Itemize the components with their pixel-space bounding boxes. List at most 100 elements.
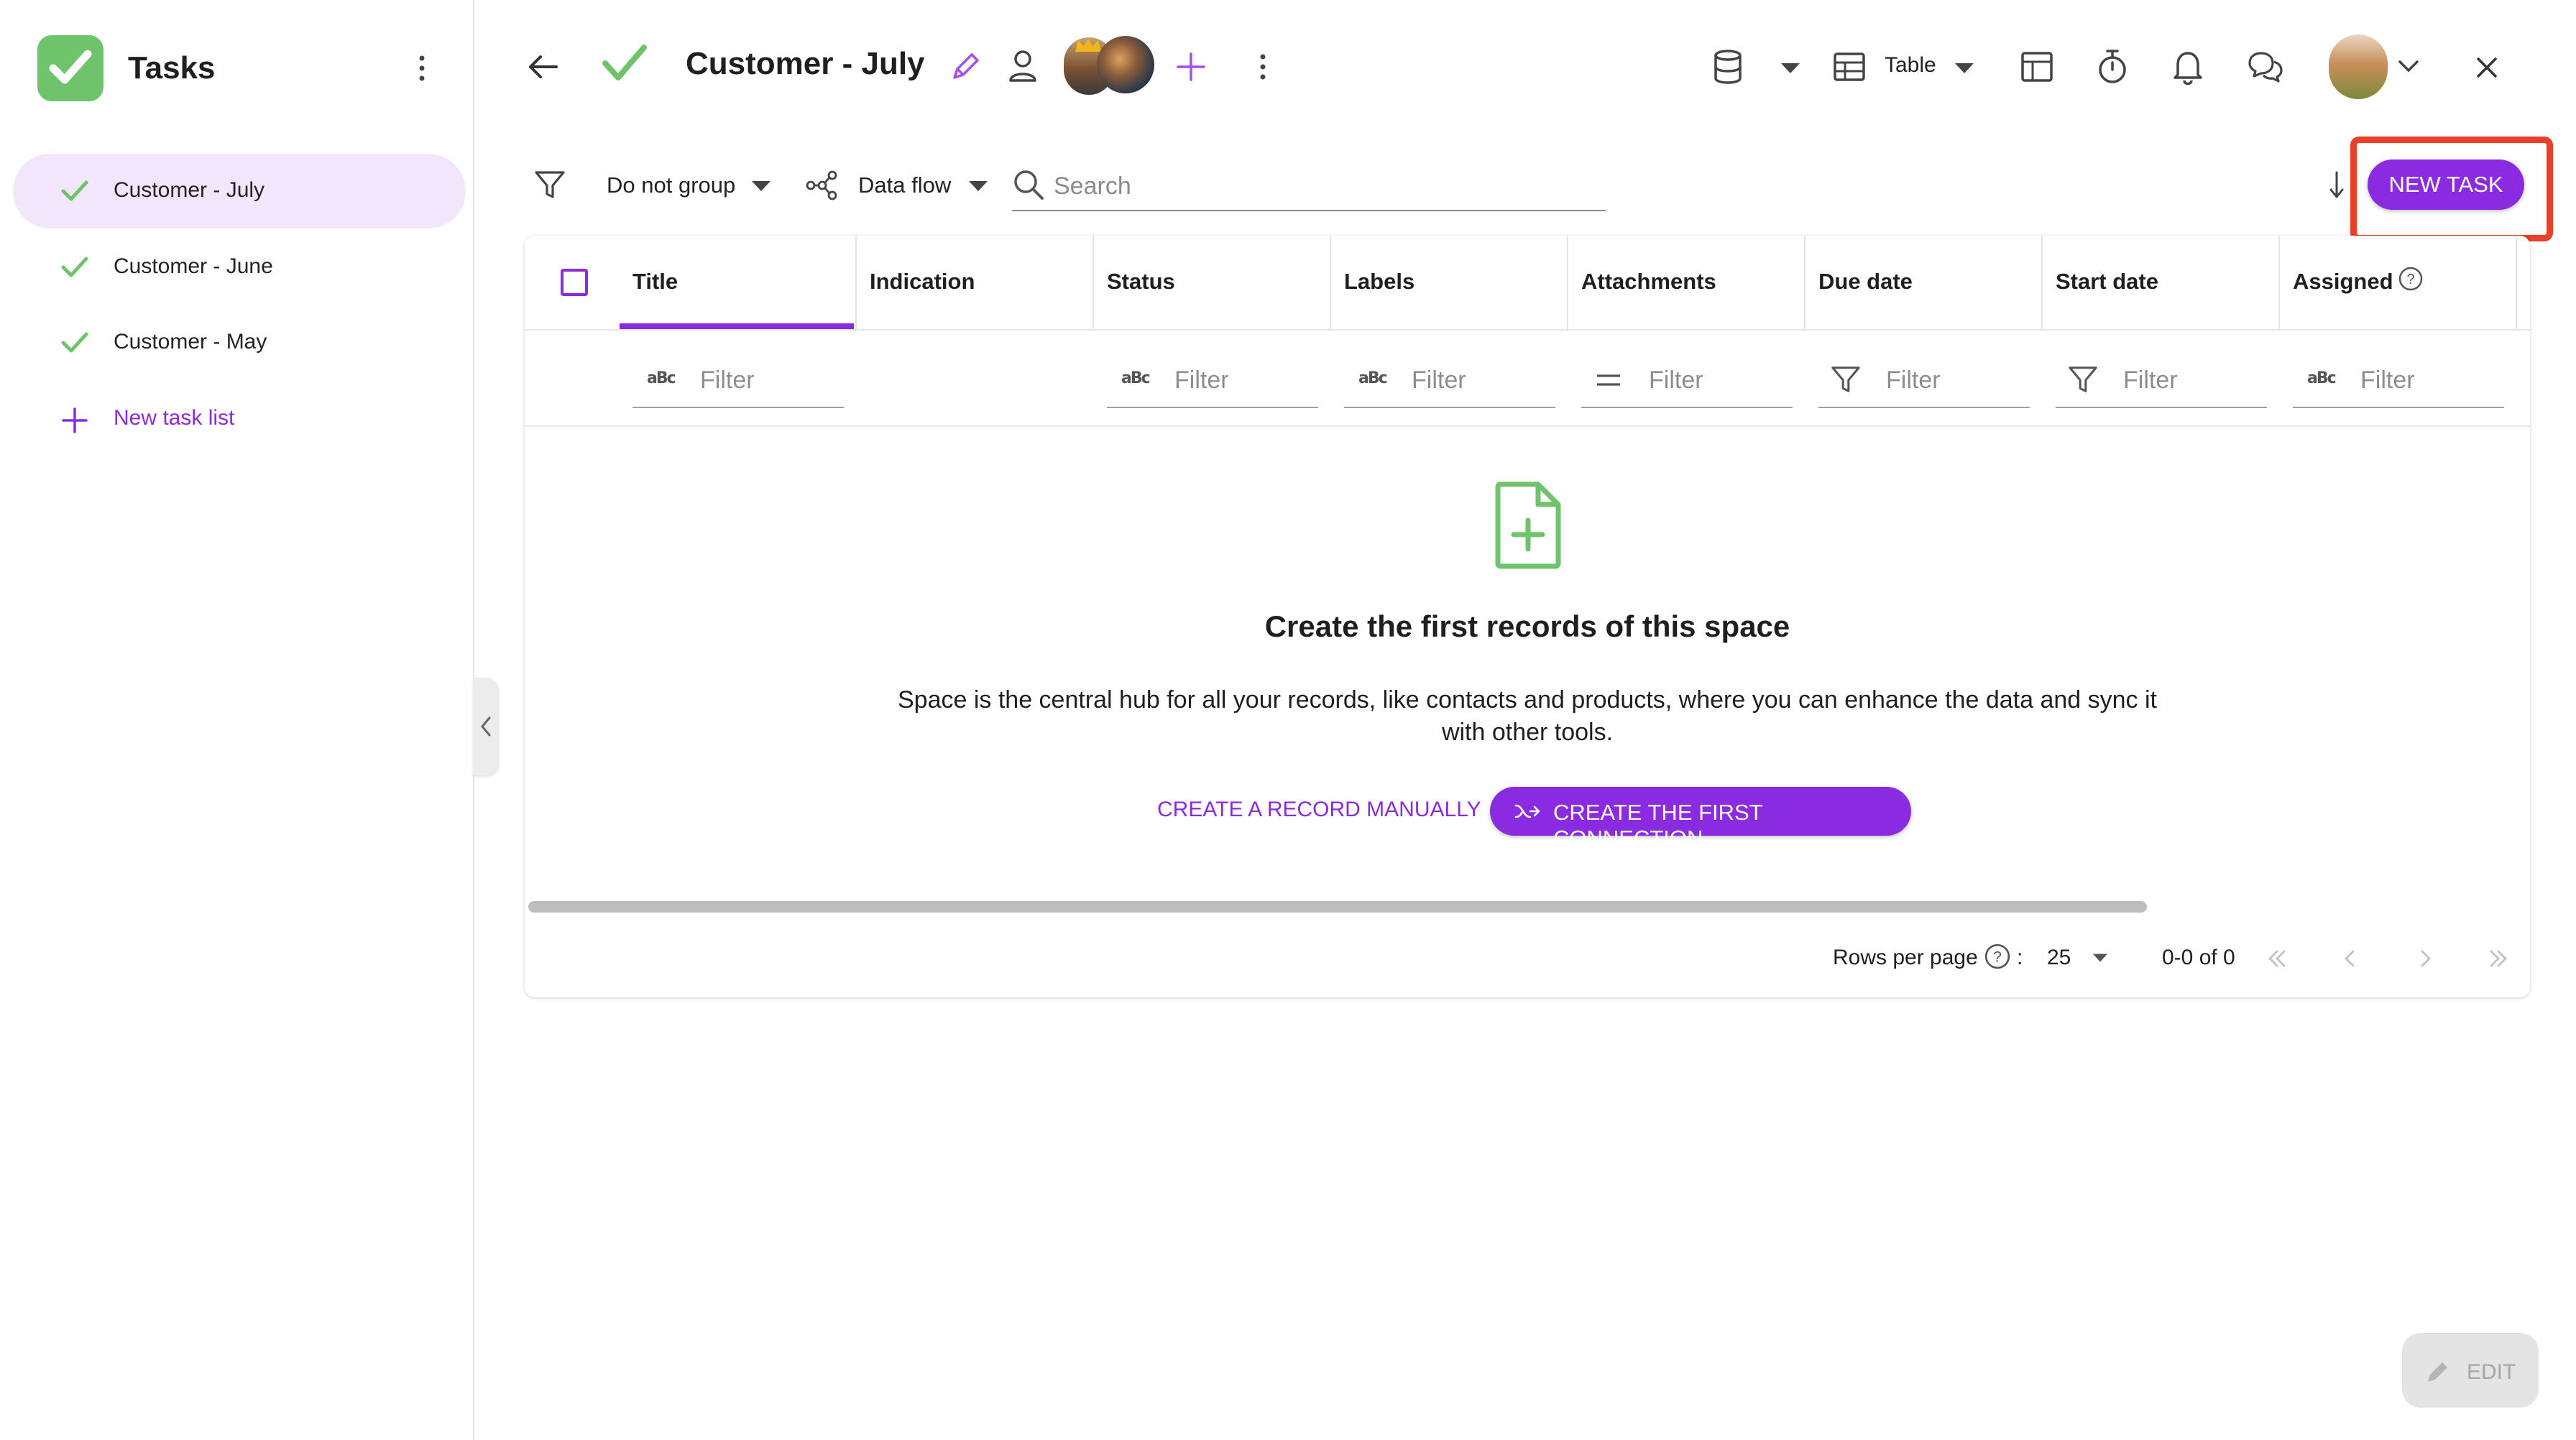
svg-text:?: ? bbox=[2406, 272, 2414, 287]
group-by-dropdown[interactable]: Do not group bbox=[605, 170, 772, 201]
column-header-label: Title bbox=[632, 269, 678, 294]
file-plus-icon bbox=[1495, 481, 1561, 569]
connection-arrow-icon bbox=[1514, 804, 1540, 818]
data-flow-icon bbox=[806, 170, 837, 200]
sort-arrow-icon bbox=[2329, 171, 2344, 198]
list-check-icon bbox=[602, 45, 647, 80]
sidebar-item-label: Customer - May bbox=[114, 330, 267, 354]
edit-button[interactable]: EDIT bbox=[2402, 1333, 2539, 1408]
search-input[interactable] bbox=[1052, 170, 1601, 203]
sidebar-item-customer-may[interactable]: Customer - May bbox=[13, 305, 466, 380]
owner-button[interactable] bbox=[1005, 47, 1041, 85]
filter-input[interactable] bbox=[2359, 364, 2498, 397]
crown-icon bbox=[1075, 39, 1101, 52]
database-menu-button[interactable] bbox=[1711, 47, 1803, 86]
last-page-icon[interactable] bbox=[2485, 946, 2511, 971]
chevron-down-icon bbox=[2398, 60, 2419, 73]
header-divider bbox=[525, 329, 2530, 331]
horizontal-scrollbar[interactable] bbox=[528, 901, 2147, 913]
filter-labels: aBc bbox=[1344, 354, 1555, 408]
tasks-app-logo bbox=[37, 35, 104, 101]
filter-input[interactable] bbox=[1173, 364, 1312, 397]
add-member-button[interactable] bbox=[1174, 50, 1208, 83]
column-header-start-date[interactable]: Start date bbox=[2041, 236, 2280, 329]
rows-per-page-select[interactable]: 25 bbox=[2047, 941, 2116, 973]
caret-down-icon bbox=[1955, 63, 1974, 73]
sidebar-menu-button[interactable] bbox=[411, 52, 433, 85]
notifications-button[interactable] bbox=[2171, 47, 2205, 86]
next-page-icon[interactable] bbox=[2412, 946, 2438, 971]
check-icon bbox=[61, 180, 88, 201]
sidebar: Tasks Customer - July Customer - June Cu… bbox=[0, 0, 474, 1440]
column-header-attachments[interactable]: Attachments bbox=[1567, 236, 1806, 329]
column-header-label: Attachments bbox=[1581, 269, 1716, 294]
sort-indicator bbox=[620, 323, 854, 329]
text-filter-icon: aBc bbox=[2307, 369, 2337, 387]
filter-attachments bbox=[1581, 354, 1793, 408]
edit-label: EDIT bbox=[2467, 1360, 2516, 1384]
filter-input[interactable] bbox=[1647, 364, 1787, 397]
prev-page-icon[interactable] bbox=[2337, 946, 2363, 971]
column-header-label: Indication bbox=[870, 269, 975, 294]
check-icon bbox=[61, 332, 88, 353]
rows-per-page-value: 25 bbox=[2047, 946, 2071, 969]
funnel-icon bbox=[535, 171, 565, 198]
funnel-icon bbox=[2069, 366, 2097, 392]
search-icon bbox=[1014, 170, 1044, 200]
filter-input[interactable] bbox=[2122, 364, 2261, 397]
text-filter-icon: aBc bbox=[647, 369, 676, 387]
funnel-icon bbox=[1831, 366, 1860, 392]
create-record-manually-button[interactable]: CREATE A RECORD MANUALLY bbox=[1157, 798, 1481, 822]
rows-per-page-colon: : bbox=[2017, 946, 2023, 969]
back-button[interactable] bbox=[523, 49, 564, 85]
help-icon[interactable]: ? bbox=[2398, 266, 2424, 292]
rename-button[interactable] bbox=[949, 49, 983, 83]
more-vertical-icon bbox=[1260, 54, 1266, 80]
member-avatar[interactable] bbox=[1097, 36, 1154, 93]
caret-down-icon bbox=[752, 181, 770, 191]
person-icon bbox=[1009, 50, 1036, 82]
column-header-label: Assigned bbox=[2293, 269, 2393, 294]
column-header-assigned[interactable]: Assigned ? bbox=[2278, 236, 2517, 329]
sort-button[interactable] bbox=[2326, 168, 2347, 201]
rows-per-page-label: Rows per page bbox=[1833, 946, 1978, 969]
database-icon bbox=[1714, 50, 1742, 84]
sidebar-item-customer-june[interactable]: Customer - June bbox=[13, 230, 466, 305]
filter-input[interactable] bbox=[1410, 364, 1550, 397]
first-page-icon[interactable] bbox=[2264, 946, 2290, 971]
create-first-connection-button[interactable]: CREATE THE FIRST CONNECTION bbox=[1490, 787, 1911, 851]
plus-icon bbox=[1177, 52, 1205, 81]
view-switcher-button[interactable]: Table bbox=[1833, 47, 1977, 86]
help-icon[interactable]: ? bbox=[1984, 943, 2011, 970]
timer-button[interactable] bbox=[2094, 47, 2130, 86]
sidebar-item-customer-july[interactable]: Customer - July bbox=[13, 154, 466, 229]
new-task-list-button[interactable]: New task list bbox=[13, 382, 466, 456]
stopwatch-icon bbox=[2099, 50, 2126, 83]
user-avatar bbox=[2329, 34, 2388, 99]
chat-button[interactable] bbox=[2245, 47, 2284, 86]
column-header-indication[interactable]: Indication bbox=[855, 236, 1094, 329]
column-header-title[interactable]: Title bbox=[618, 236, 857, 329]
close-button[interactable] bbox=[2472, 53, 2501, 82]
select-all-checkbox[interactable] bbox=[561, 269, 588, 296]
sidebar-item-label: Customer - June bbox=[114, 254, 273, 278]
filter-input[interactable] bbox=[699, 364, 838, 397]
column-header-labels[interactable]: Labels bbox=[1330, 236, 1568, 329]
pencil-icon bbox=[2428, 1362, 2447, 1382]
filter-button[interactable] bbox=[533, 168, 566, 201]
filter-due-date bbox=[1818, 354, 2030, 408]
data-flow-dropdown[interactable]: Data flow bbox=[805, 165, 989, 206]
header-more-button[interactable] bbox=[1252, 50, 1274, 83]
filter-status: aBc bbox=[1107, 354, 1318, 408]
sidebar-collapse-toggle[interactable] bbox=[473, 678, 499, 775]
column-header-due-date[interactable]: Due date bbox=[1804, 236, 2043, 329]
filter-input[interactable] bbox=[1885, 364, 2024, 397]
empty-state-description: Space is the central hub for all your re… bbox=[897, 686, 2157, 746]
user-menu-button[interactable] bbox=[2329, 34, 2419, 99]
column-header-status[interactable]: Status bbox=[1092, 236, 1331, 329]
group-by-label: Do not group bbox=[607, 172, 736, 198]
new-task-button[interactable]: NEW TASK bbox=[2368, 160, 2524, 210]
layout-button[interactable] bbox=[2020, 50, 2054, 83]
filter-title: aBc bbox=[632, 354, 844, 408]
data-flow-label: Data flow bbox=[858, 172, 952, 198]
